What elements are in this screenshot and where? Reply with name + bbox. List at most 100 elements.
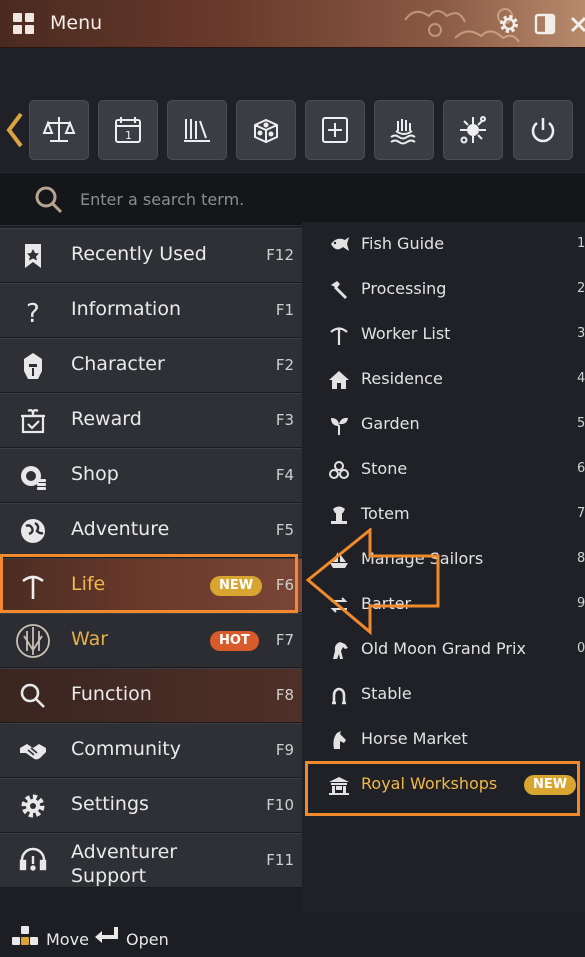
submenu-item-stable[interactable]: Stable [302, 672, 585, 717]
gift-check-icon [21, 409, 45, 434]
submenu-label: Fish Guide [361, 234, 445, 253]
pickaxe-icon [330, 327, 348, 345]
headset-icon [19, 847, 47, 871]
bookmark-star-icon [25, 244, 41, 268]
menu-grid-icon[interactable] [13, 13, 35, 35]
menu-item-information[interactable]: ? Information F1 [0, 283, 302, 338]
menu-item-settings[interactable]: Settings F10 [0, 778, 302, 833]
books-icon [184, 119, 210, 142]
horseshoe-icon [332, 687, 346, 705]
tool-dice-button[interactable] [236, 100, 296, 160]
menu-label-line1: Adventurer [71, 841, 178, 863]
coins-icon [21, 466, 46, 490]
menu-label: Settings [71, 793, 149, 815]
menu-label: Life [71, 573, 106, 595]
submenu-number: 5 [577, 416, 585, 431]
close-icon[interactable] [568, 12, 585, 36]
window-title: Menu [50, 12, 103, 34]
submenu-item-stone[interactable]: Stone 6 [302, 447, 585, 492]
submenu-item-barter[interactable]: Barter 9 [302, 582, 585, 627]
title-bar: Menu [0, 0, 585, 48]
menu-item-shop[interactable]: Shop F4 [0, 448, 302, 503]
submenu-item-fish-guide[interactable]: Fish Guide 1 [302, 222, 585, 267]
panel-toggle-icon[interactable] [533, 12, 557, 36]
menu-label: Reward [71, 408, 142, 430]
barter-exchange-icon [330, 597, 348, 613]
submenu-number: 7 [577, 506, 585, 521]
menu-item-adventure[interactable]: Adventure F5 [0, 503, 302, 558]
svg-text:?: ? [26, 299, 40, 326]
cloud-decoration-icon [404, 8, 520, 43]
menu-item-life[interactable]: Life NEW F6 [0, 558, 302, 613]
submenu-label: Stone [361, 459, 408, 478]
submenu-item-manage-sailors[interactable]: Manage Sailors 8 [302, 537, 585, 582]
tool-plus-box-button[interactable] [305, 100, 365, 160]
submenu-label: Garden [361, 414, 420, 433]
shortcut-key: F4 [275, 466, 294, 484]
tool-wave-hand-button[interactable] [374, 100, 434, 160]
submenu-label: Stable [361, 684, 412, 703]
menu-item-community[interactable]: Community F9 [0, 723, 302, 778]
shortcut-key: F5 [275, 521, 294, 539]
hot-badge: HOT [210, 631, 259, 651]
menu-label: Community [71, 738, 181, 760]
shortcut-key: F8 [275, 686, 294, 704]
menu-label: Adventurer Support [71, 840, 177, 888]
submenu-item-residence[interactable]: Residence 4 [302, 357, 585, 402]
submenu-label: Totem [361, 504, 410, 523]
tool-books-button[interactable] [167, 100, 227, 160]
tool-power-button[interactable] [513, 100, 573, 160]
shortcut-key: F2 [275, 356, 294, 374]
magnifier-icon [20, 683, 45, 708]
handshake-icon [20, 744, 46, 760]
menu-item-recently-used[interactable]: Recently Used F12 [0, 228, 302, 283]
submenu-number: 1 [577, 236, 585, 251]
new-badge: NEW [210, 576, 263, 596]
wave-hand-icon [390, 119, 416, 145]
gear-icon [21, 794, 45, 818]
workshop-pagoda-icon [329, 777, 349, 795]
submenu-item-processing[interactable]: Processing 2 [302, 267, 585, 312]
submenu-item-worker-list[interactable]: Worker List 3 [302, 312, 585, 357]
plus-box-icon [322, 117, 348, 143]
scroll-left-arrow-icon[interactable] [5, 112, 23, 148]
submenu-item-garden[interactable]: Garden 5 [302, 402, 585, 447]
submenu-label: Worker List [361, 324, 451, 343]
globe-icon [21, 519, 45, 543]
menu-item-adventurer-support[interactable]: Adventurer Support F11 [0, 833, 302, 888]
hammer-icon [331, 281, 347, 299]
submenu-item-old-moon-grand-prix[interactable]: Old Moon Grand Prix 0 [302, 627, 585, 672]
menu-item-reward[interactable]: Reward F3 [0, 393, 302, 448]
menu-label: Function [71, 683, 152, 705]
submenu-label: Royal Workshops [361, 774, 498, 793]
shortcut-key: F6 [275, 576, 294, 594]
pickaxe-icon [22, 575, 44, 599]
menu-item-function[interactable]: Function F8 [0, 668, 302, 723]
power-icon [531, 118, 555, 143]
tool-sparkle-button[interactable] [443, 100, 503, 160]
search-bar [0, 172, 585, 226]
new-badge: NEW [524, 775, 577, 795]
gear-icon[interactable] [497, 12, 521, 36]
arrow-keys-icon [12, 926, 38, 945]
menu-item-character[interactable]: Character F2 [0, 338, 302, 393]
menu-item-war[interactable]: War HOT F7 [0, 613, 302, 668]
submenu-item-horse-market[interactable]: Horse Market [302, 717, 585, 762]
shortcut-key: F3 [275, 411, 294, 429]
submenu-label: Old Moon Grand Prix [361, 639, 526, 658]
submenu-label: Residence [361, 369, 443, 388]
menu-label: Adventure [71, 518, 170, 540]
tool-scales-button[interactable] [29, 100, 89, 160]
search-input[interactable] [80, 185, 560, 213]
submenu-item-royal-workshops[interactable]: Royal Workshops NEW [302, 762, 585, 807]
shortcut-key: F7 [275, 631, 294, 649]
shortcut-key: F1 [275, 301, 294, 319]
submenu-item-totem[interactable]: Totem 7 [302, 492, 585, 537]
life-submenu: Fish Guide 1 Processing 2 Worker List 3 … [302, 222, 585, 912]
submenu-number: 8 [577, 551, 585, 566]
menu-label: Information [71, 298, 181, 320]
question-mark-icon: ? [26, 299, 40, 326]
tool-calendar-button[interactable]: 1 [98, 100, 158, 160]
submenu-number: 3 [577, 326, 585, 341]
submenu-number: 0 [577, 641, 585, 656]
